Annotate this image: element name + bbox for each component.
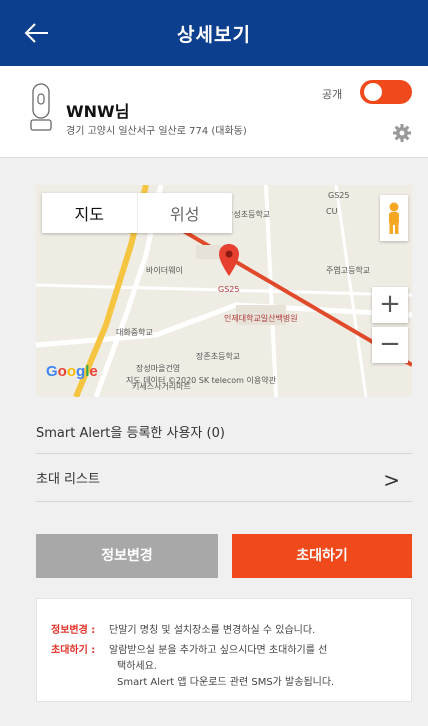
info-invite-text1: 알람받으실 분을 추가하고 싶으시다면 초대하기를 선 [109,645,328,656]
info-edit-key: 정보변경 : [51,625,96,636]
map-label-apt: 장성마을건영 [136,364,181,373]
public-toggle[interactable] [360,80,412,104]
tab-satellite[interactable]: 위성 [136,193,233,233]
info-invite-key: 초대하기 : [51,645,96,656]
map-label-hospital: 인제대학교일산백병원 [224,314,298,323]
pegman-icon [389,202,399,234]
device-name: WNW님 [66,102,130,121]
toggle-knob [364,83,382,101]
map-attribution[interactable]: 지도 데이터 ©2020 SK telecom 이용약관 [126,375,276,386]
map-label-bidi: 바이더웨이 [146,266,183,275]
map-label-cu: CU [326,207,338,216]
device-icon [30,83,52,131]
street-view-pegman[interactable] [380,195,408,241]
public-label: 공개 [322,88,343,101]
gear-icon[interactable] [392,123,412,143]
edit-info-button[interactable]: 정보변경 [36,534,218,578]
info-invite-text2: 택하세요. [117,661,157,672]
map-label-daehwa: 대화중학교 [116,328,153,337]
alert-users-row: Smart Alert을 등록한 사용자 (0) [36,414,412,454]
invite-list-row[interactable]: 초대 리스트 > [36,458,412,502]
tab-map[interactable]: 지도 [42,193,137,233]
info-edit-text: 단말기 명칭 및 설치장소를 변경하실 수 있습니다. [109,625,316,636]
page-title: 상세보기 [177,24,251,46]
zoom-out-button[interactable]: − [372,327,408,363]
map-label-gs: GS25 [218,285,240,294]
map-label-school1: 장성초등학교 [226,210,271,219]
map-type-tabs: 지도 위성 [42,193,232,233]
map-label-gs-top: GS25 [328,191,350,200]
map-label-jangjeon: 장존초등학교 [196,352,241,361]
location-pin-icon [219,244,239,276]
device-card: WNW님 경기 고양시 일산서구 일산로 774 (대화동) 공개 [0,66,428,158]
google-logo: Google [46,363,98,380]
invite-list-label: 초대 리스트 [36,472,100,487]
info-invite-text3: Smart Alert 앱 다운로드 관련 SMS가 발송됩니다. [117,677,335,688]
map-label-school2: 주엽고등학교 [326,266,371,275]
zoom-in-button[interactable]: + [372,287,408,323]
chevron-right-icon: > [383,468,400,492]
location-map[interactable]: 장성초등학교 CU GS25 주엽고등학교 바이더웨이 GS25 인제대학교일산… [36,185,412,397]
app-header: 상세보기 [0,0,428,66]
device-address: 경기 고양시 일산서구 일산로 774 (대화동) [66,126,247,137]
info-box: 정보변경 : 단말기 명칭 및 설치장소를 변경하실 수 있습니다. 초대하기 … [36,598,412,702]
invite-button[interactable]: 초대하기 [232,534,412,578]
